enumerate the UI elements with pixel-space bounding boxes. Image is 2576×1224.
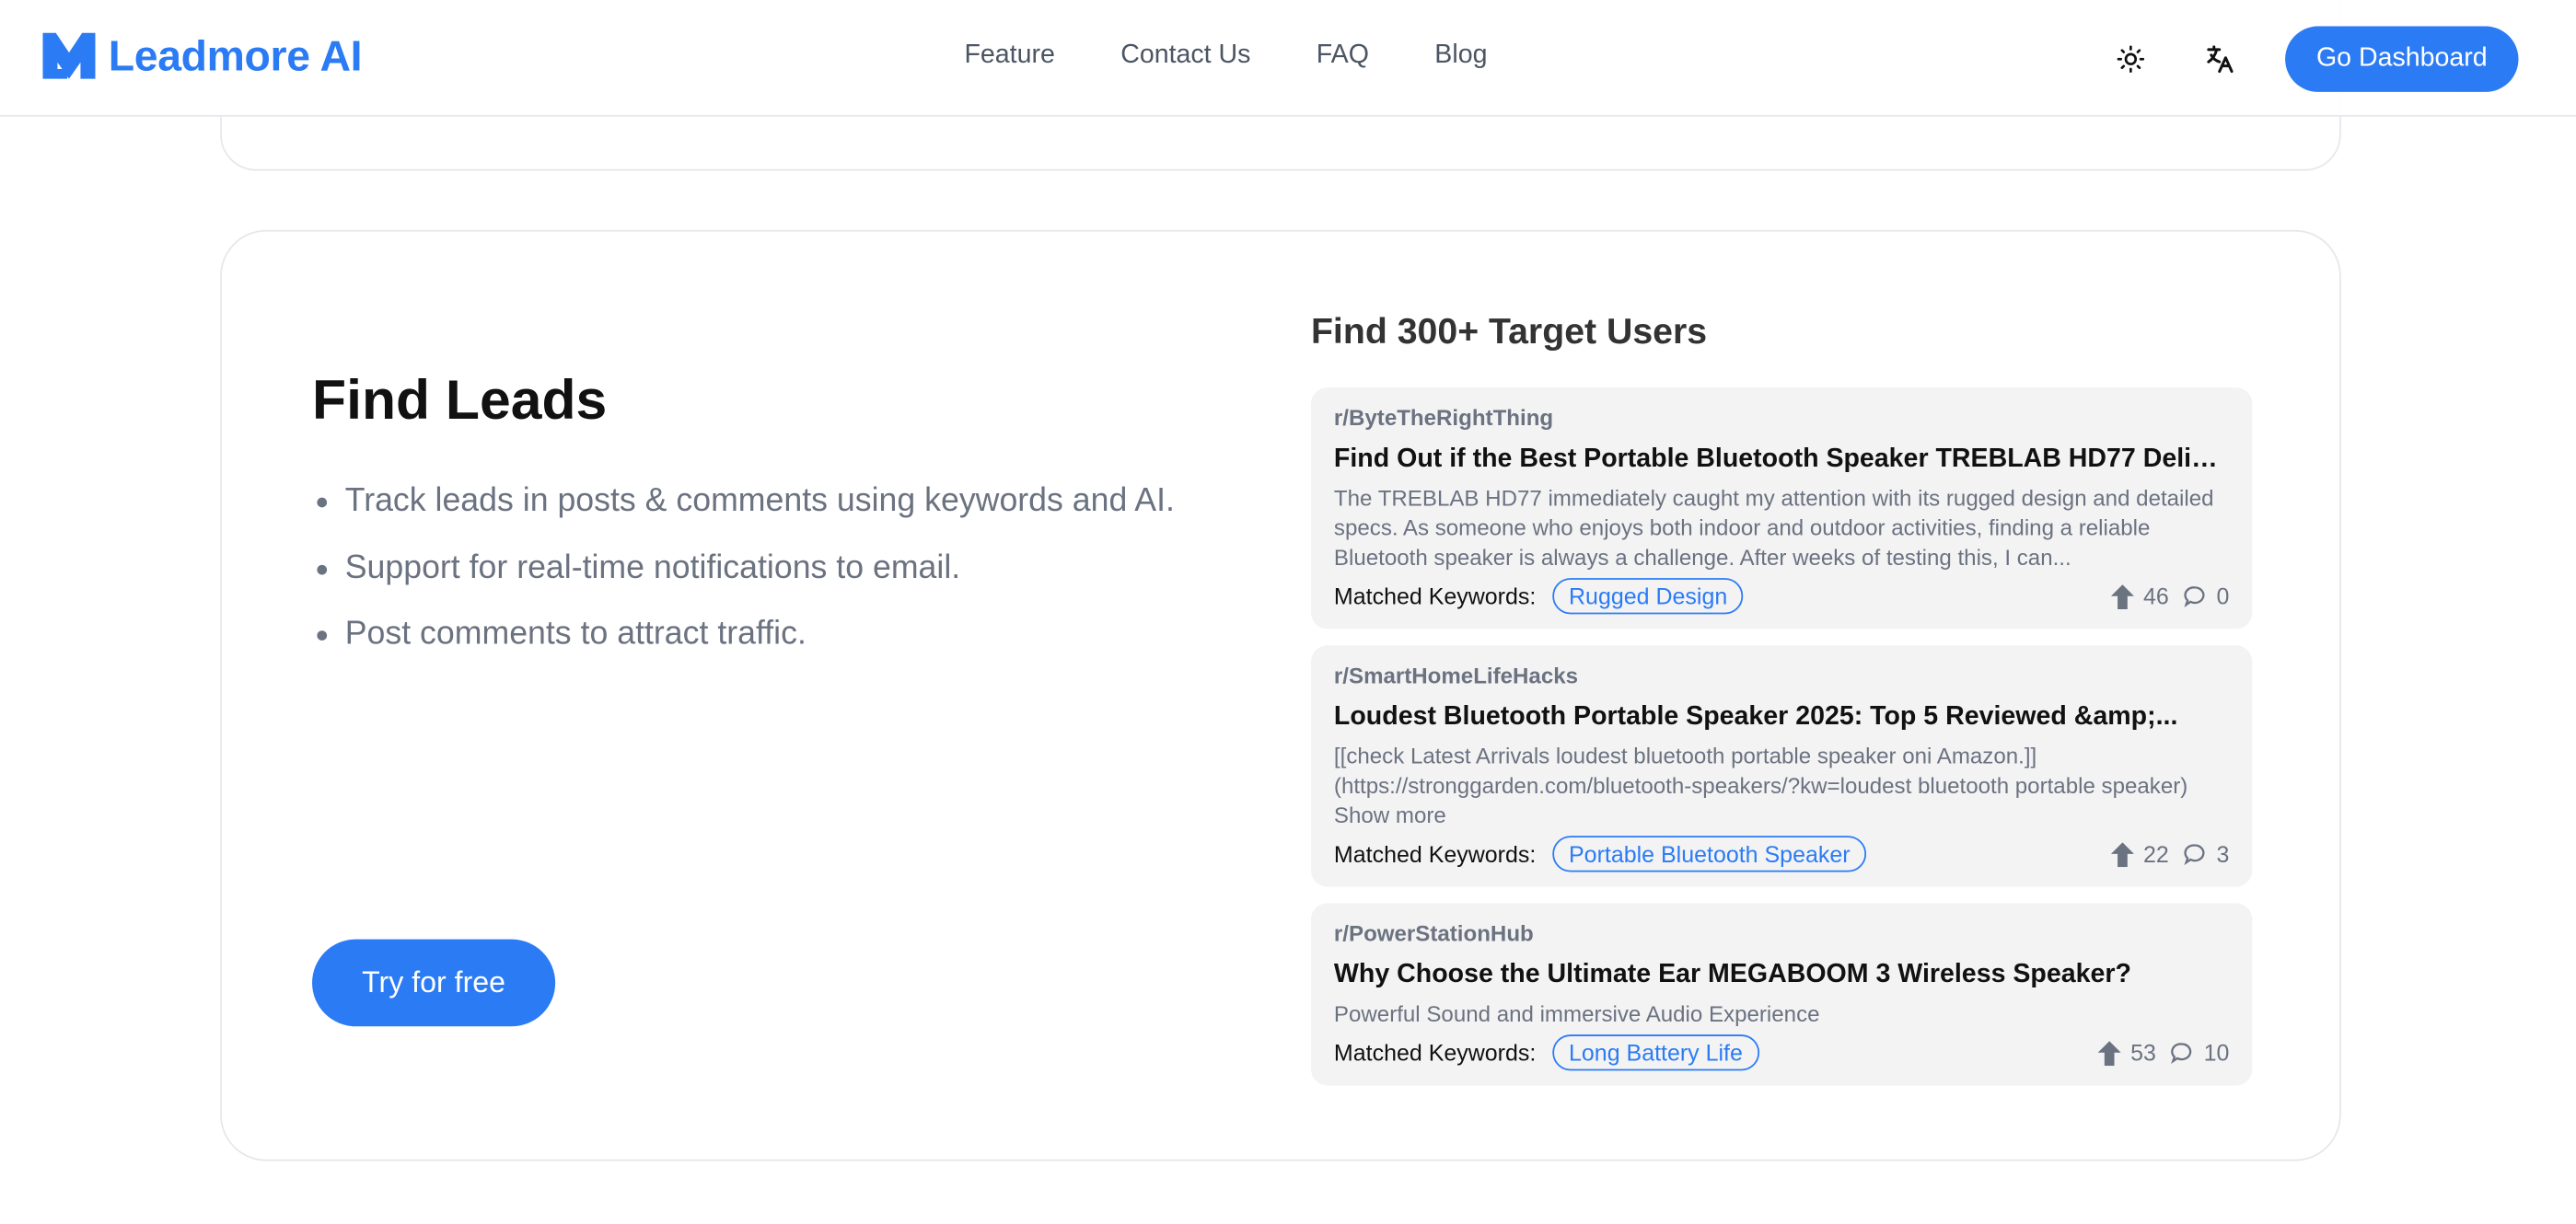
lead-post-card[interactable]: r/PowerStationHub Why Choose the Ultimat…	[1310, 903, 2253, 1086]
post-title[interactable]: Find Out if the Best Portable Bluetooth …	[1334, 444, 2229, 477]
find-leads-card: Find Leads Track leads in posts & commen…	[220, 229, 2341, 1161]
site-header: Leadmore AI Feature Contact Us FAQ Blog …	[0, 0, 2576, 117]
post-stats: 22 3	[2110, 840, 2230, 868]
keyword-tag[interactable]: Portable Bluetooth Speaker	[1552, 836, 1867, 872]
comment-count: 0	[2216, 583, 2230, 610]
sun-icon[interactable]	[2113, 41, 2149, 77]
brand-name: Leadmore AI	[108, 30, 363, 80]
keyword-tag[interactable]: Rugged Design	[1552, 578, 1745, 615]
nav-blog[interactable]: Blog	[1434, 41, 1487, 71]
section-title: Find Leads	[312, 369, 608, 433]
lead-post-card[interactable]: r/ByteTheRightThing Find Out if the Best…	[1310, 387, 2253, 629]
comment-bubble-icon	[2171, 1041, 2194, 1065]
page: Leadmore AI Feature Contact Us FAQ Blog …	[0, 0, 2576, 1223]
feature-item: Track leads in posts & comments using ke…	[312, 478, 1175, 544]
nav-contact-us[interactable]: Contact Us	[1120, 41, 1250, 71]
brand[interactable]: Leadmore AI	[42, 29, 363, 82]
post-footer: Matched Keywords: Rugged Design 46 0	[1333, 578, 2229, 615]
comment-bubble-icon	[2184, 584, 2207, 607]
go-dashboard-button[interactable]: Go Dashboard	[2285, 26, 2519, 92]
post-title[interactable]: Why Choose the Ultimate Ear MEGABOOM 3 W…	[1334, 959, 2229, 992]
brand-logo-icon	[42, 32, 96, 79]
upvote-arrow-icon	[2097, 1040, 2121, 1066]
upvote-arrow-icon	[2110, 583, 2134, 609]
nav-faq[interactable]: FAQ	[1317, 41, 1369, 71]
post-title[interactable]: Loudest Bluetooth Portable Speaker 2025:…	[1334, 701, 2229, 734]
comment-bubble-icon	[2184, 842, 2207, 866]
upvote-count: 46	[2142, 583, 2169, 610]
nav-feature[interactable]: Feature	[964, 41, 1054, 71]
feed-title: Find 300+ Target Users	[1310, 310, 1708, 352]
feature-list: Track leads in posts & comments using ke…	[312, 478, 1175, 677]
keywords-label: Matched Keywords:	[1333, 1039, 1537, 1067]
feature-item: Support for real-time notifications to e…	[312, 545, 1175, 611]
comment-count: 10	[2203, 1039, 2230, 1067]
post-footer: Matched Keywords: Portable Bluetooth Spe…	[1334, 836, 2229, 872]
translate-icon[interactable]	[2201, 41, 2237, 77]
upvote-count: 22	[2142, 840, 2169, 868]
post-subreddit[interactable]: r/PowerStationHub	[1334, 919, 2229, 949]
post-subreddit[interactable]: r/ByteTheRightThing	[1334, 404, 2229, 433]
try-for-free-button[interactable]: Try for free	[312, 939, 556, 1027]
keywords-label: Matched Keywords:	[1333, 583, 1537, 610]
upvote-count: 53	[2130, 1039, 2156, 1067]
post-stats: 53 10	[2097, 1039, 2230, 1067]
post-footer: Matched Keywords: Long Battery Life 53 1…	[1333, 1034, 2230, 1071]
lead-post-card[interactable]: r/SmartHomeLifeHacks Loudest Bluetooth P…	[1310, 645, 2253, 887]
post-body: [[check Latest Arrivals loudest bluetoot…	[1333, 744, 2188, 828]
main-nav: Feature Contact Us FAQ Blog	[964, 41, 1487, 71]
post-body: Powerful Sound and immersive Audio Exper…	[1333, 1001, 1820, 1027]
post-subreddit[interactable]: r/SmartHomeLifeHacks	[1334, 662, 2229, 691]
comment-count: 3	[2216, 840, 2230, 868]
keyword-tag[interactable]: Long Battery Life	[1552, 1034, 1759, 1071]
upvote-arrow-icon	[2110, 841, 2134, 867]
feature-item: Post comments to attract traffic.	[312, 611, 1175, 677]
post-stats: 46 0	[2110, 583, 2229, 609]
keywords-label: Matched Keywords:	[1333, 840, 1537, 868]
post-body: The TREBLAB HD77 immediately caught my a…	[1333, 486, 2214, 571]
